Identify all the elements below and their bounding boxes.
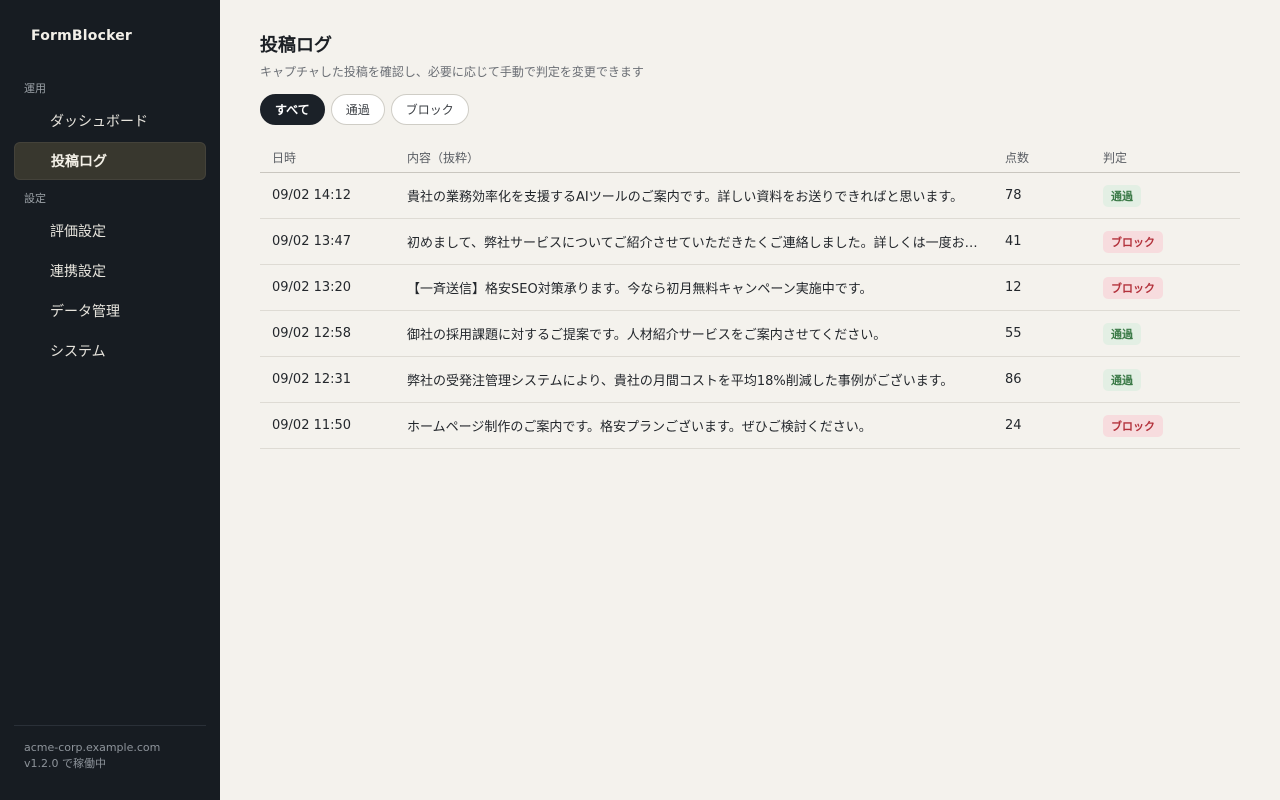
row-score: 55 <box>1005 326 1022 341</box>
header-content: 内容（抜粋） <box>407 151 480 165</box>
verdict-badge[interactable]: 通過 <box>1103 368 1141 391</box>
brand-logo[interactable]: FormBlocker <box>14 0 206 72</box>
row-content: 【一斉送信】格安SEO対策承ります。今なら初月無料キャンペーン実施中です。 <box>407 282 873 297</box>
table-header: 日時 内容（抜粋） 点数 判定 <box>260 143 1240 173</box>
verdict-badge[interactable]: 通過 <box>1103 184 1141 207</box>
sidebar-item-dashboard[interactable]: ダッシュボード <box>14 102 206 140</box>
row-content: 貴社の業務効率化を支援するAIツールのご案内です。詳しい資料をお送りできればと思… <box>407 190 964 205</box>
filter-pass[interactable]: 通過 <box>330 94 385 125</box>
sidebar: FormBlocker 運用 ダッシュボード 投稿ログ 設定 評価設定 連携設定… <box>0 0 220 800</box>
header-verdict[interactable]: 判定 <box>1103 149 1240 166</box>
footer-domain: acme-corp.example.com <box>24 741 161 754</box>
row-score: 78 <box>1005 188 1022 203</box>
table-row[interactable]: 09/02 12:58 御社の採用課題に対するご提案です。人材紹介サービスをご案… <box>260 311 1240 357</box>
nav-section-operations: 運用 <box>24 82 46 95</box>
row-date: 09/02 13:20 <box>272 280 352 295</box>
verdict-badge[interactable]: ブロック <box>1103 276 1163 299</box>
verdict-badge[interactable]: ブロック <box>1103 230 1163 253</box>
filter-chips: すべて 通過 ブロック <box>260 94 1240 125</box>
row-content: 弊社の受発注管理システムにより、貴社の月間コストを平均18%削減した事例がござい… <box>407 374 954 389</box>
sidebar-footer: acme-corp.example.com v1.2.0 で稼働中 <box>14 725 206 800</box>
row-content: 御社の採用課題に対するご提案です。人材紹介サービスをご案内させてください。 <box>407 328 887 343</box>
row-date: 09/02 14:12 <box>272 188 352 203</box>
row-content: ホームページ制作のご案内です。格安プランございます。ぜひご検討ください。 <box>407 420 872 435</box>
sidebar-item-integration-settings[interactable]: 連携設定 <box>14 252 206 290</box>
nav-section-settings: 設定 <box>24 192 46 205</box>
post-log-table: 日時 内容（抜粋） 点数 判定 09/02 14:12 貴社の業務効率化を支援す… <box>260 143 1240 449</box>
main-content: 投稿ログ キャプチャした投稿を確認し、必要に応じて手動で判定を変更できます すべ… <box>220 0 1280 800</box>
row-date: 09/02 12:58 <box>272 326 352 341</box>
row-verdict-cell: 通過 <box>1103 184 1240 207</box>
verdict-badge[interactable]: ブロック <box>1103 414 1163 437</box>
row-verdict-cell: 通過 <box>1103 322 1240 345</box>
sidebar-item-post-log[interactable]: 投稿ログ <box>14 142 206 180</box>
row-score: 41 <box>1005 234 1022 249</box>
table-row[interactable]: 09/02 13:47 初めまして、弊社サービスについてご紹介させていただきたく… <box>260 219 1240 265</box>
row-score: 24 <box>1005 418 1022 433</box>
page-subtitle: キャプチャした投稿を確認し、必要に応じて手動で判定を変更できます <box>260 65 644 79</box>
table-row[interactable]: 09/02 11:50 ホームページ制作のご案内です。格安プランございます。ぜひ… <box>260 403 1240 449</box>
table-row[interactable]: 09/02 13:20 【一斉送信】格安SEO対策承ります。今なら初月無料キャン… <box>260 265 1240 311</box>
footer-status: v1.2.0 で稼働中 <box>24 757 106 770</box>
table-row[interactable]: 09/02 12:31 弊社の受発注管理システムにより、貴社の月間コストを平均1… <box>260 357 1240 403</box>
header-score[interactable]: 点数 <box>1005 149 1103 166</box>
verdict-badge[interactable]: 通過 <box>1103 322 1141 345</box>
table-row[interactable]: 09/02 14:12 貴社の業務効率化を支援するAIツールのご案内です。詳しい… <box>260 173 1240 219</box>
row-verdict-cell: 通過 <box>1103 368 1240 391</box>
row-verdict-cell: ブロック <box>1103 230 1240 253</box>
row-score: 12 <box>1005 280 1022 295</box>
row-verdict-cell: ブロック <box>1103 414 1240 437</box>
row-content: 初めまして、弊社サービスについてご紹介させていただきたくご連絡しました。詳しくは… <box>407 236 978 251</box>
filter-all[interactable]: すべて <box>260 94 325 125</box>
row-score: 86 <box>1005 372 1022 387</box>
row-verdict-cell: ブロック <box>1103 276 1240 299</box>
page-title: 投稿ログ <box>260 35 332 56</box>
header-date[interactable]: 日時 <box>260 149 407 166</box>
sidebar-item-data-management[interactable]: データ管理 <box>14 292 206 330</box>
app-root: FormBlocker 運用 ダッシュボード 投稿ログ 設定 評価設定 連携設定… <box>0 0 1280 800</box>
filter-block[interactable]: ブロック <box>390 94 469 125</box>
sidebar-item-system[interactable]: システム <box>14 332 206 370</box>
sidebar-item-evaluation-settings[interactable]: 評価設定 <box>14 212 206 250</box>
row-date: 09/02 12:31 <box>272 372 352 387</box>
row-date: 09/02 11:50 <box>272 418 352 433</box>
row-date: 09/02 13:47 <box>272 234 352 249</box>
